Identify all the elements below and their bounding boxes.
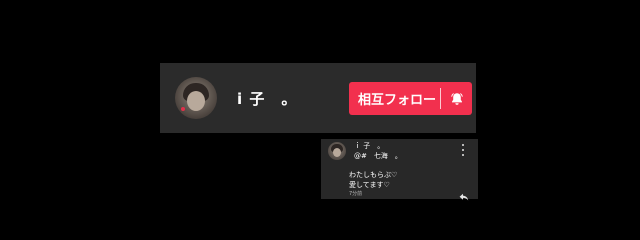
comment-timestamp: 7分前 bbox=[349, 191, 363, 197]
reply-icon[interactable] bbox=[459, 187, 469, 201]
mutual-follow-button[interactable]: 相互フォロー bbox=[349, 82, 472, 115]
avatar-face bbox=[333, 148, 341, 157]
profile-name[interactable]: i 子 。 bbox=[237, 88, 297, 109]
more-dot bbox=[462, 144, 464, 146]
stage: i 子 。 相互フォロー ｉ 子 。 @# 七海 。 わたしもらぶ♡ 愛してます… bbox=[0, 0, 640, 240]
comment-author[interactable]: ｉ 子 。 bbox=[354, 141, 384, 151]
more-dot bbox=[462, 149, 464, 151]
comment-item: ｉ 子 。 @# 七海 。 わたしもらぶ♡ 愛してます♡ 7分前 bbox=[321, 139, 478, 201]
comment-mention[interactable]: @# 七海 。 bbox=[354, 151, 402, 161]
live-indicator-dot bbox=[181, 107, 185, 111]
bell-icon[interactable] bbox=[441, 82, 472, 115]
comment-text-line: 愛してます♡ bbox=[349, 181, 390, 189]
profile-header: i 子 。 相互フォロー bbox=[160, 63, 476, 133]
avatar-face bbox=[187, 91, 205, 111]
comment-text-line: わたしもらぶ♡ bbox=[349, 171, 398, 179]
comment-avatar[interactable] bbox=[328, 142, 346, 160]
more-dot bbox=[462, 154, 464, 156]
profile-avatar[interactable] bbox=[175, 77, 217, 119]
mutual-follow-label: 相互フォロー bbox=[358, 93, 437, 108]
more-vertical-icon[interactable] bbox=[460, 144, 466, 156]
